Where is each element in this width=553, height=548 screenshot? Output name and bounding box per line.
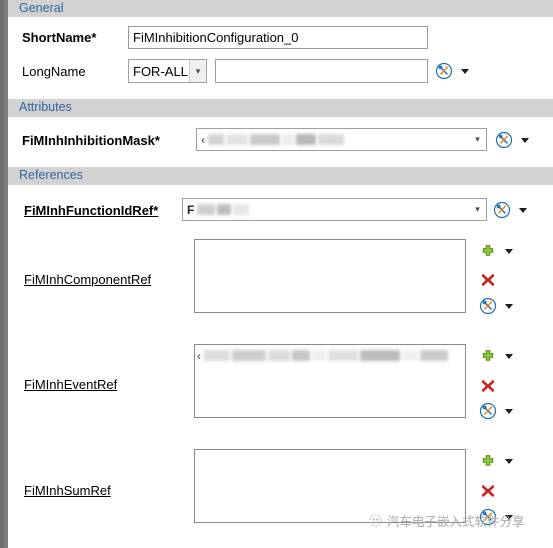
redaction-bar	[226, 134, 248, 145]
redaction-bar	[232, 350, 266, 361]
redaction-bar	[360, 350, 400, 361]
function-id-ref-tools-dropdown-caret[interactable]	[519, 208, 527, 213]
inhibition-mask-value: ‹	[197, 129, 469, 150]
inhibition-mask-tools-button[interactable]	[494, 130, 514, 150]
function-id-ref-lead-char: F	[187, 202, 195, 217]
redaction-bar	[328, 350, 358, 361]
function-id-ref-value: F	[183, 199, 469, 220]
section-header-general-label: General	[19, 1, 64, 15]
lead-char: ‹	[197, 348, 201, 363]
section-header-attributes-label: Attributes	[19, 100, 72, 114]
event-ref-listbox[interactable]: ‹	[194, 344, 466, 418]
chevron-down-icon: ▾	[475, 134, 480, 144]
component-ref-tools-button[interactable]	[478, 296, 498, 316]
sum-ref-label[interactable]: FiMInhSumRef	[24, 483, 111, 498]
plus-icon	[482, 455, 494, 466]
cross-icon	[481, 484, 495, 498]
section-header-attributes[interactable]: Attributes	[8, 99, 553, 117]
sum-ref-add-dropdown-caret[interactable]	[505, 459, 513, 464]
component-ref-listbox[interactable]	[194, 239, 466, 313]
redacted-value: ‹	[197, 349, 448, 363]
shortname-label: ShortName*	[22, 30, 97, 45]
redacted-value: F	[187, 202, 250, 217]
plus-icon	[482, 245, 494, 256]
redaction-bar	[197, 204, 216, 215]
property-editor-window: General ShortName* FiMInhibitionConfigur…	[0, 0, 553, 548]
longname-tools-button[interactable]	[434, 61, 454, 81]
cross-icon	[481, 273, 495, 287]
left-edge-strip-inner	[0, 0, 4, 548]
tools-icon	[479, 297, 497, 315]
tools-icon	[495, 131, 513, 149]
component-ref-add-dropdown-caret[interactable]	[505, 249, 513, 254]
component-ref-label[interactable]: FiMInhComponentRef	[24, 272, 151, 287]
sum-ref-add-button[interactable]	[479, 453, 497, 471]
redaction-bar	[420, 350, 448, 361]
redaction-bar	[268, 350, 290, 361]
longname-language-value: FOR-ALL	[133, 63, 188, 79]
redaction-bar	[282, 134, 294, 145]
longname-label: LongName	[22, 64, 86, 79]
event-ref-tools-dropdown-caret[interactable]	[505, 409, 513, 414]
redaction-bar	[402, 350, 418, 361]
tools-icon	[435, 62, 453, 80]
longname-input[interactable]	[215, 59, 428, 83]
inhibition-mask-label: FiMInhInhibitionMask*	[22, 133, 160, 148]
plus-icon	[482, 350, 494, 361]
tools-icon	[479, 402, 497, 420]
function-id-ref-tools-button[interactable]	[492, 200, 512, 220]
redaction-bar	[292, 350, 310, 361]
component-ref-remove-button[interactable]	[479, 271, 497, 289]
list-item[interactable]: ‹	[197, 348, 448, 363]
redaction-bar	[318, 134, 344, 145]
event-ref-add-dropdown-caret[interactable]	[505, 354, 513, 359]
redaction-bar	[208, 134, 224, 145]
event-ref-tools-button[interactable]	[478, 401, 498, 421]
redaction-bar	[296, 134, 316, 145]
redaction-bar	[250, 134, 280, 145]
event-ref-label[interactable]: FiMInhEventRef	[24, 377, 117, 392]
shortname-input[interactable]: FiMInhibitionConfiguration_0	[128, 26, 428, 49]
longname-language-select[interactable]: FOR-ALL ▾	[128, 59, 207, 83]
watermark-logo-icon	[369, 514, 382, 527]
redaction-bar	[217, 204, 232, 215]
section-header-references[interactable]: References	[8, 167, 553, 185]
inhibition-mask-tools-dropdown-caret[interactable]	[521, 138, 529, 143]
sum-ref-remove-button[interactable]	[479, 482, 497, 500]
shortname-value: FiMInhibitionConfiguration_0	[133, 30, 299, 45]
chevron-down-icon: ▾	[475, 204, 480, 214]
redaction-bar	[233, 204, 250, 215]
watermark-text: 汽车电子嵌入式软件分享	[387, 514, 525, 529]
longname-tools-dropdown-caret[interactable]	[461, 69, 469, 74]
section-header-general[interactable]: General	[8, 0, 553, 17]
redaction-bar	[204, 350, 230, 361]
redacted-value: ‹	[201, 133, 344, 147]
event-ref-remove-button[interactable]	[479, 377, 497, 395]
lead-char: ‹	[201, 132, 205, 147]
tools-icon	[493, 201, 511, 219]
cross-icon	[481, 379, 495, 393]
section-header-references-label: References	[19, 168, 83, 182]
function-id-ref-label[interactable]: FiMInhFunctionIdRef*	[24, 203, 158, 218]
event-ref-add-button[interactable]	[479, 348, 497, 366]
left-edge-strip	[0, 0, 8, 548]
inhibition-mask-select[interactable]: ‹ ▾	[196, 128, 487, 151]
component-ref-tools-dropdown-caret[interactable]	[505, 304, 513, 309]
watermark: 汽车电子嵌入式软件分享	[368, 511, 525, 530]
redaction-bar	[312, 350, 326, 361]
component-ref-add-button[interactable]	[479, 243, 497, 261]
function-id-ref-select[interactable]: F ▾	[182, 198, 487, 221]
chevron-down-icon: ▾	[189, 60, 206, 82]
